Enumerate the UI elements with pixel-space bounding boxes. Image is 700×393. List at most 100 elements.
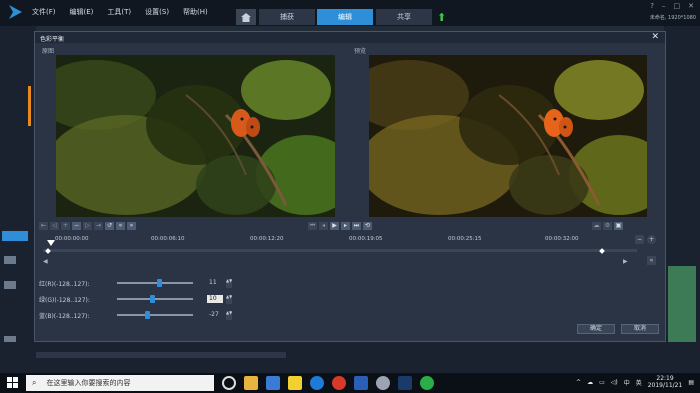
- tab-capture[interactable]: 捕获: [259, 9, 315, 25]
- ok-button[interactable]: 确定: [577, 324, 615, 334]
- blue-label: 蓝(B)(-128..127):: [39, 312, 90, 320]
- menu-file[interactable]: 文件(F): [32, 7, 56, 17]
- home-tab[interactable]: [236, 9, 256, 25]
- first-keyframe-icon[interactable]: ⇤: [39, 222, 48, 230]
- menu-bar: 文件(F) 编辑(E) 工具(T) 设置(S) 帮助(H) 捕获 编辑 共享 ⬆…: [0, 0, 700, 26]
- edge-browser-icon[interactable]: [310, 376, 324, 390]
- zoom-out-icon[interactable]: −: [635, 235, 644, 244]
- blue-value-field[interactable]: -27: [207, 311, 223, 319]
- media-app-icon[interactable]: [376, 376, 390, 390]
- app-logo-icon: [9, 5, 22, 19]
- next-keyframe-icon[interactable]: ▷: [83, 222, 92, 230]
- timeline-scrollbar[interactable]: [36, 352, 286, 358]
- timeline-track[interactable]: [43, 249, 637, 252]
- menu-settings[interactable]: 设置(S): [145, 7, 169, 17]
- video-editor-taskbar-icon[interactable]: [398, 376, 412, 390]
- loop-icon[interactable]: ⟲: [363, 222, 372, 230]
- preview-video-frame: [369, 55, 647, 217]
- clock-time: 22:19: [656, 375, 674, 382]
- settings-icon[interactable]: ⚙: [603, 222, 612, 230]
- tray-expand-icon[interactable]: ^: [576, 379, 581, 386]
- dialog-title: 色彩平衡: [40, 36, 65, 43]
- menu-edit[interactable]: 编辑(E): [70, 7, 94, 17]
- cloud-tray-icon[interactable]: ☁: [587, 379, 593, 386]
- original-video-frame: [56, 55, 335, 217]
- expand-icon[interactable]: «: [647, 256, 656, 265]
- menu-tools[interactable]: 工具(T): [107, 7, 131, 17]
- reverse-icon[interactable]: ↺: [105, 222, 114, 230]
- volume-icon[interactable]: ◁): [611, 379, 618, 386]
- keyframe-timeline[interactable]: 00:00:00:00 00:00:06:10 00:00:12:20 00:0…: [43, 235, 633, 249]
- network-icon[interactable]: ▭: [599, 379, 605, 386]
- taskbar-search-box[interactable]: ⌕ 在这里输入你要搜索的内容: [26, 375, 214, 391]
- blue-spinner[interactable]: ▲▼: [226, 310, 232, 320]
- taskbar-clock[interactable]: 22:19 2019/11/21: [648, 375, 683, 389]
- preview-toggle-icon[interactable]: ▣: [614, 222, 623, 230]
- red-slider[interactable]: [117, 279, 193, 287]
- overlay-track-icon[interactable]: [4, 281, 16, 289]
- add-keyframe-icon[interactable]: +: [61, 222, 70, 230]
- maximize-icon[interactable]: □: [674, 2, 681, 10]
- blue-slider-thumb[interactable]: [145, 311, 150, 319]
- red-slider-thumb[interactable]: [157, 279, 162, 287]
- step-back-icon[interactable]: ◂: [319, 222, 328, 230]
- file-explorer-icon[interactable]: [244, 376, 258, 390]
- move-left-icon[interactable]: «: [116, 222, 125, 230]
- menu-help[interactable]: 帮助(H): [183, 7, 208, 17]
- prev-keyframe-icon[interactable]: ◁: [50, 222, 59, 230]
- search-icon: ⌕: [32, 378, 37, 387]
- orange-marker: [28, 86, 31, 126]
- windows-start-icon[interactable]: [7, 377, 18, 388]
- left-panel: [0, 26, 36, 346]
- close-window-icon[interactable]: ✕: [688, 2, 694, 10]
- ime-indicator[interactable]: 中: [624, 378, 630, 387]
- green-spinner[interactable]: ▲▼: [226, 294, 232, 304]
- upload-arrow-icon[interactable]: ⬆: [437, 11, 446, 24]
- store-icon[interactable]: [266, 376, 280, 390]
- tab-share[interactable]: 共享: [376, 9, 432, 25]
- timecode-1: 00:00:06:10: [151, 236, 185, 242]
- tab-edit[interactable]: 编辑: [317, 9, 373, 25]
- windows-taskbar: ⌕ 在这里输入你要搜索的内容 ^ ☁ ▭ ◁) 中 英 22:19 2019/1…: [0, 373, 700, 393]
- preview-label: 预览: [354, 48, 367, 55]
- sticky-notes-icon[interactable]: [288, 376, 302, 390]
- zoom-in-icon[interactable]: +: [647, 235, 656, 244]
- cloud-icon[interactable]: ☁: [592, 222, 601, 230]
- window-controls: ? – □ ✕: [650, 2, 694, 10]
- timecode-5: 00:00:32:00: [545, 236, 579, 242]
- audio-clip[interactable]: [668, 266, 696, 346]
- scroll-left-icon[interactable]: ◀: [43, 258, 48, 265]
- timecode-4: 00:00:25:15: [448, 236, 482, 242]
- play-icon[interactable]: ▶: [330, 222, 339, 230]
- clock-date: 2019/11/21: [647, 382, 683, 389]
- playhead-marker[interactable]: [47, 240, 55, 246]
- go-end-icon[interactable]: ⏭: [352, 222, 361, 230]
- notification-icon[interactable]: ▤: [688, 379, 694, 386]
- red-label: 红(R)(-128..127):: [39, 280, 90, 288]
- dialog-close-icon[interactable]: ✕: [651, 32, 659, 42]
- last-keyframe-icon[interactable]: ⇥: [94, 222, 103, 230]
- blue-slider[interactable]: [117, 311, 193, 319]
- timeline-icon[interactable]: [2, 231, 28, 241]
- ime-mode-indicator[interactable]: 英: [636, 378, 642, 387]
- cancel-button[interactable]: 取消: [621, 324, 659, 334]
- wechat-icon[interactable]: [420, 376, 434, 390]
- chrome-browser-icon[interactable]: [332, 376, 346, 390]
- right-panel: [664, 26, 700, 346]
- blue-slider-row: 蓝(B)(-128..127): -27 ▲▼: [39, 310, 232, 320]
- red-spinner[interactable]: ▲▼: [226, 278, 232, 288]
- scroll-right-icon[interactable]: ▶: [623, 258, 628, 265]
- move-right-icon[interactable]: »: [127, 222, 136, 230]
- red-value-field[interactable]: 11: [207, 279, 223, 287]
- green-slider-thumb[interactable]: [150, 295, 155, 303]
- go-start-icon[interactable]: ⏮: [308, 222, 317, 230]
- remove-keyframe-icon[interactable]: −: [72, 222, 81, 230]
- help-icon[interactable]: ?: [650, 2, 654, 10]
- green-slider[interactable]: [117, 295, 193, 303]
- video-track-icon[interactable]: [4, 256, 16, 264]
- word-icon[interactable]: [354, 376, 368, 390]
- task-view-icon[interactable]: [222, 376, 236, 390]
- green-value-field[interactable]: 10: [207, 295, 223, 303]
- minimize-icon[interactable]: –: [662, 2, 666, 10]
- step-forward-icon[interactable]: ▸: [341, 222, 350, 230]
